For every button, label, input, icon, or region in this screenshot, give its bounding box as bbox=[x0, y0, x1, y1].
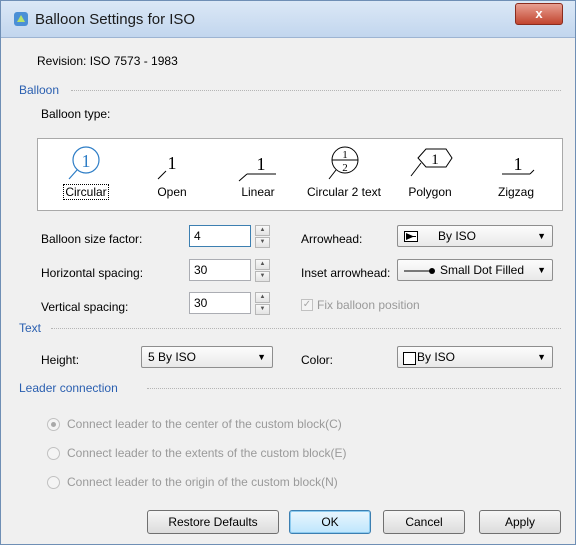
balloon-type-polygon[interactable]: 1 Polygon bbox=[390, 143, 470, 207]
circular-glyph: 1 bbox=[82, 151, 91, 171]
circular-2-text-balloon-icon: 1 2 bbox=[328, 146, 359, 180]
open-label: Open bbox=[157, 185, 187, 199]
chevron-down-icon: ▼ bbox=[537, 231, 546, 241]
close-button[interactable]: x bbox=[515, 3, 563, 25]
arrowhead-select[interactable]: By ISO ▼ bbox=[397, 225, 553, 247]
balloon-size-factor-spinner[interactable]: ▲ ▼ bbox=[255, 225, 270, 248]
spin-down-icon: ▼ bbox=[255, 237, 270, 248]
cancel-button[interactable]: Cancel bbox=[383, 510, 465, 534]
balloon-type-linear[interactable]: 1 Linear bbox=[218, 143, 298, 207]
text-section-divider bbox=[51, 328, 561, 329]
spin-up-icon: ▲ bbox=[255, 259, 270, 270]
polygon-label: Polygon bbox=[408, 185, 452, 199]
connect-center-label: Connect leader to the center of the cust… bbox=[67, 417, 342, 431]
title-bar[interactable]: Balloon Settings for ISO x bbox=[1, 1, 575, 38]
arrowhead-value: By ISO bbox=[438, 229, 477, 243]
balloon-settings-dialog: Balloon Settings for ISO x Revision: ISO… bbox=[0, 0, 576, 545]
window-title: Balloon Settings for ISO bbox=[35, 11, 196, 28]
color-swatch bbox=[403, 352, 416, 365]
balloon-type-panel: 1 Circular 1 Open 1 Linear 1 2 Circular … bbox=[37, 138, 563, 211]
spin-up-icon: ▲ bbox=[255, 225, 270, 236]
balloon-type-circular[interactable]: 1 Circular bbox=[46, 143, 126, 207]
inset-arrowhead-select[interactable]: Small Dot Filled ▼ bbox=[397, 259, 553, 281]
circular-balloon-icon: 1 bbox=[68, 146, 100, 180]
radio-connect-extents[interactable] bbox=[47, 447, 60, 460]
zigzag-glyph: 1 bbox=[514, 154, 523, 174]
balloon-section-label: Balloon bbox=[19, 83, 60, 97]
inset-arrowhead-value: Small Dot Filled bbox=[440, 263, 525, 277]
color-select[interactable]: By ISO ▼ bbox=[397, 346, 553, 368]
inset-arrowhead-label: Inset arrowhead: bbox=[301, 266, 391, 280]
balloon-type-zigzag[interactable]: 1 Zigzag bbox=[476, 143, 556, 207]
chevron-down-icon: ▼ bbox=[537, 265, 546, 275]
dot-arrow-icon bbox=[404, 268, 435, 274]
balloon-type-label: Balloon type: bbox=[41, 107, 111, 121]
arrowhead-icon bbox=[404, 231, 418, 242]
fix-balloon-position-checkbox[interactable]: ✓ bbox=[301, 299, 313, 311]
color-value: By ISO bbox=[417, 350, 456, 364]
leader-section-label: Leader connection bbox=[19, 381, 118, 395]
open-glyph: 1 bbox=[168, 153, 177, 173]
restore-defaults-button[interactable]: Restore Defaults bbox=[147, 510, 279, 534]
leader-section-divider bbox=[147, 388, 561, 389]
linear-label: Linear bbox=[241, 185, 275, 199]
zigzag-balloon-icon: 1 bbox=[502, 154, 535, 175]
balloon-size-factor-input[interactable] bbox=[189, 225, 251, 247]
zigzag-label: Zigzag bbox=[497, 185, 535, 199]
radio-connect-origin[interactable] bbox=[47, 476, 60, 489]
circular-2-text-top-glyph: 1 bbox=[342, 149, 348, 161]
revision-label: Revision: ISO 7573 - 1983 bbox=[37, 54, 178, 68]
horizontal-spacing-spinner[interactable]: ▲ ▼ bbox=[255, 259, 270, 282]
balloon-type-circular-2-text[interactable]: 1 2 Circular 2 text bbox=[304, 143, 384, 207]
height-value: 5 By ISO bbox=[148, 350, 197, 364]
vertical-spacing-spinner[interactable]: ▲ ▼ bbox=[255, 292, 270, 315]
horizontal-spacing-input[interactable] bbox=[189, 259, 251, 281]
balloon-size-factor-label: Balloon size factor: bbox=[41, 232, 143, 246]
fix-balloon-position-label: Fix balloon position bbox=[317, 298, 420, 312]
connect-origin-label: Connect leader to the origin of the cust… bbox=[67, 475, 338, 489]
chevron-down-icon: ▼ bbox=[537, 352, 546, 362]
polygon-glyph: 1 bbox=[431, 152, 439, 168]
horizontal-spacing-label: Horizontal spacing: bbox=[41, 266, 144, 280]
app-icon bbox=[14, 12, 28, 26]
balloon-type-open[interactable]: 1 Open bbox=[132, 143, 212, 207]
spin-down-icon: ▼ bbox=[255, 304, 270, 315]
chevron-down-icon: ▼ bbox=[257, 352, 266, 362]
connect-extents-label: Connect leader to the extents of the cus… bbox=[67, 446, 347, 460]
circular-2-text-bottom-glyph: 2 bbox=[342, 162, 348, 174]
vertical-spacing-label: Vertical spacing: bbox=[41, 300, 129, 314]
linear-glyph: 1 bbox=[257, 154, 266, 174]
polygon-balloon-icon: 1 bbox=[410, 148, 453, 177]
color-label: Color: bbox=[301, 353, 334, 367]
circular-label: Circular bbox=[63, 184, 109, 200]
balloon-section-divider bbox=[71, 90, 561, 91]
linear-balloon-icon: 1 bbox=[238, 154, 276, 182]
text-section-label: Text bbox=[19, 321, 42, 335]
apply-button[interactable]: Apply bbox=[479, 510, 561, 534]
ok-button[interactable]: OK bbox=[289, 510, 371, 534]
circular-2-text-label: Circular 2 text bbox=[306, 185, 382, 199]
open-balloon-icon: 1 bbox=[157, 153, 177, 180]
spin-up-icon: ▲ bbox=[255, 292, 270, 303]
spin-down-icon: ▼ bbox=[255, 271, 270, 282]
vertical-spacing-input[interactable] bbox=[189, 292, 251, 314]
height-select[interactable]: 5 By ISO ▼ bbox=[141, 346, 273, 368]
height-label: Height: bbox=[41, 353, 80, 367]
close-icon: x bbox=[535, 6, 543, 21]
arrowhead-label: Arrowhead: bbox=[301, 232, 363, 246]
radio-connect-center[interactable] bbox=[47, 418, 60, 431]
